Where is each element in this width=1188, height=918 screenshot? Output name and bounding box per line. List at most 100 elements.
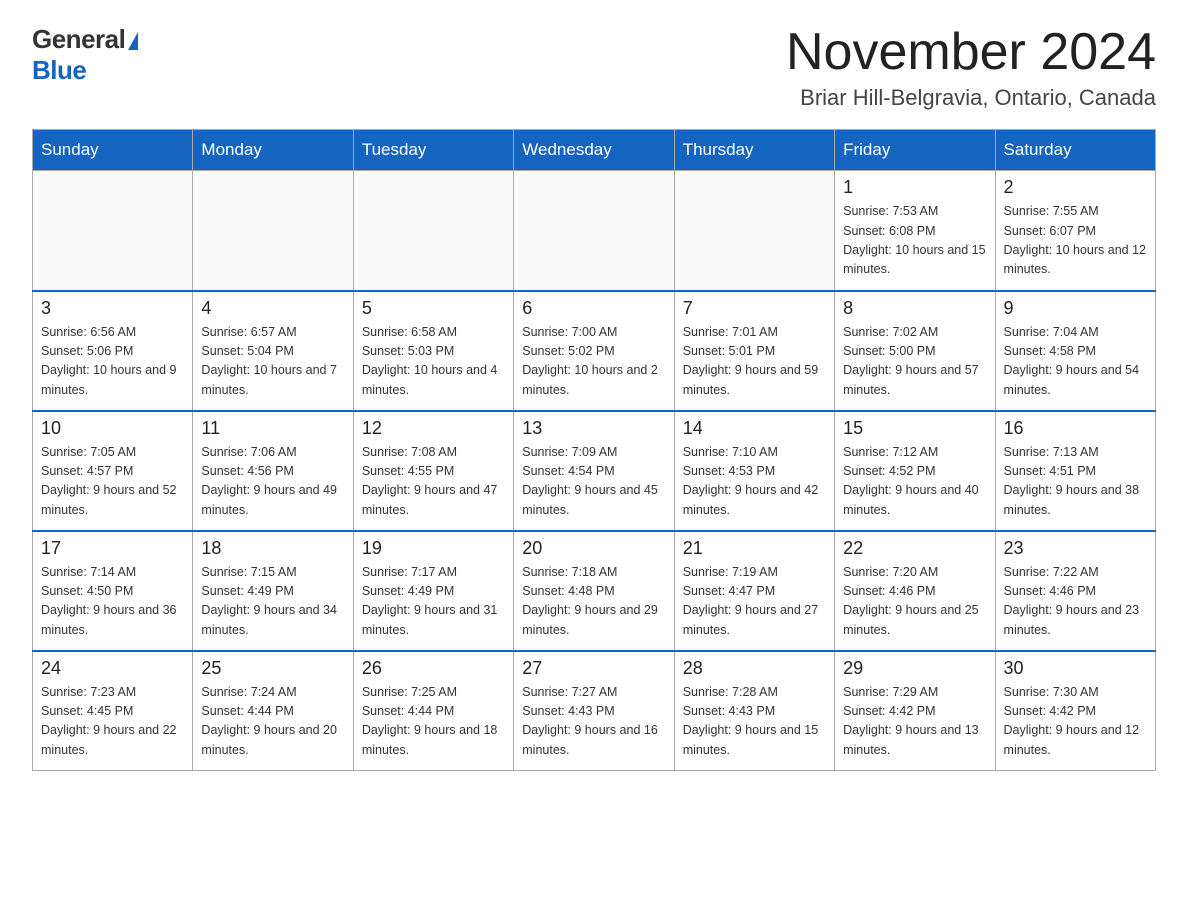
calendar-day-cell: 25 Sunrise: 7:24 AMSunset: 4:44 PMDayligh…	[193, 651, 353, 771]
logo-general-text: General	[32, 24, 125, 55]
day-number: 11	[201, 418, 344, 439]
day-number: 14	[683, 418, 826, 439]
location-title: Briar Hill-Belgravia, Ontario, Canada	[786, 85, 1156, 111]
day-info: Sunrise: 7:24 AMSunset: 4:44 PMDaylight:…	[201, 683, 344, 761]
day-number: 8	[843, 298, 986, 319]
day-number: 26	[362, 658, 505, 679]
title-block: November 2024 Briar Hill-Belgravia, Onta…	[786, 24, 1156, 111]
day-info: Sunrise: 7:55 AMSunset: 6:07 PMDaylight:…	[1004, 202, 1147, 280]
weekday-header-sunday: Sunday	[33, 130, 193, 171]
calendar-table: SundayMondayTuesdayWednesdayThursdayFrid…	[32, 129, 1156, 771]
calendar-day-cell: 20 Sunrise: 7:18 AMSunset: 4:48 PMDayligh…	[514, 531, 674, 651]
day-info: Sunrise: 7:22 AMSunset: 4:46 PMDaylight:…	[1004, 563, 1147, 641]
day-number: 2	[1004, 177, 1147, 198]
day-info: Sunrise: 7:27 AMSunset: 4:43 PMDaylight:…	[522, 683, 665, 761]
calendar-day-cell: 9Sunrise: 7:04 AMSunset: 4:58 PMDaylight…	[995, 291, 1155, 411]
day-number: 28	[683, 658, 826, 679]
logo: General Blue	[32, 24, 138, 86]
day-info: Sunrise: 7:01 AMSunset: 5:01 PMDaylight:…	[683, 323, 826, 401]
calendar-day-cell: 16 Sunrise: 7:13 AMSunset: 4:51 PMDayligh…	[995, 411, 1155, 531]
day-number: 27	[522, 658, 665, 679]
calendar-day-cell: 6 Sunrise: 7:00 AMSunset: 5:02 PMDaylight…	[514, 291, 674, 411]
calendar-day-cell: 28 Sunrise: 7:28 AMSunset: 4:43 PMDayligh…	[674, 651, 834, 771]
day-info: Sunrise: 7:08 AMSunset: 4:55 PMDaylight:…	[362, 443, 505, 521]
day-number: 3	[41, 298, 184, 319]
calendar-week-row: 10 Sunrise: 7:05 AMSunset: 4:57 PMDayligh…	[33, 411, 1156, 531]
calendar-day-cell: 18 Sunrise: 7:15 AMSunset: 4:49 PMDayligh…	[193, 531, 353, 651]
day-number: 30	[1004, 658, 1147, 679]
weekday-header-thursday: Thursday	[674, 130, 834, 171]
calendar-day-cell: 10 Sunrise: 7:05 AMSunset: 4:57 PMDayligh…	[33, 411, 193, 531]
calendar-week-row: 1 Sunrise: 7:53 AMSunset: 6:08 PMDaylight…	[33, 171, 1156, 291]
day-number: 29	[843, 658, 986, 679]
calendar-day-cell: 2 Sunrise: 7:55 AMSunset: 6:07 PMDaylight…	[995, 171, 1155, 291]
day-info: Sunrise: 7:05 AMSunset: 4:57 PMDaylight:…	[41, 443, 184, 521]
day-number: 16	[1004, 418, 1147, 439]
day-info: Sunrise: 7:13 AMSunset: 4:51 PMDaylight:…	[1004, 443, 1147, 521]
page-header: General Blue November 2024 Briar Hill-Be…	[32, 24, 1156, 111]
day-number: 21	[683, 538, 826, 559]
calendar-day-cell: 11 Sunrise: 7:06 AMSunset: 4:56 PMDayligh…	[193, 411, 353, 531]
calendar-day-cell: 14 Sunrise: 7:10 AMSunset: 4:53 PMDayligh…	[674, 411, 834, 531]
logo-blue-text: Blue	[32, 55, 86, 86]
day-number: 4	[201, 298, 344, 319]
calendar-day-cell	[674, 171, 834, 291]
calendar-day-cell: 27 Sunrise: 7:27 AMSunset: 4:43 PMDayligh…	[514, 651, 674, 771]
day-number: 24	[41, 658, 184, 679]
calendar-day-cell: 1 Sunrise: 7:53 AMSunset: 6:08 PMDaylight…	[835, 171, 995, 291]
day-info: Sunrise: 7:09 AMSunset: 4:54 PMDaylight:…	[522, 443, 665, 521]
day-info: Sunrise: 7:00 AMSunset: 5:02 PMDaylight:…	[522, 323, 665, 401]
day-info: Sunrise: 7:17 AMSunset: 4:49 PMDaylight:…	[362, 563, 505, 641]
calendar-day-cell	[514, 171, 674, 291]
day-info: Sunrise: 6:58 AMSunset: 5:03 PMDaylight:…	[362, 323, 505, 401]
day-info: Sunrise: 7:53 AMSunset: 6:08 PMDaylight:…	[843, 202, 986, 280]
calendar-day-cell: 22 Sunrise: 7:20 AMSunset: 4:46 PMDayligh…	[835, 531, 995, 651]
calendar-day-cell: 3Sunrise: 6:56 AMSunset: 5:06 PMDaylight…	[33, 291, 193, 411]
day-info: Sunrise: 7:20 AMSunset: 4:46 PMDaylight:…	[843, 563, 986, 641]
calendar-day-cell: 8Sunrise: 7:02 AMSunset: 5:00 PMDaylight…	[835, 291, 995, 411]
weekday-header-saturday: Saturday	[995, 130, 1155, 171]
day-info: Sunrise: 7:29 AMSunset: 4:42 PMDaylight:…	[843, 683, 986, 761]
calendar-day-cell: 24 Sunrise: 7:23 AMSunset: 4:45 PMDayligh…	[33, 651, 193, 771]
calendar-day-cell: 17Sunrise: 7:14 AMSunset: 4:50 PMDayligh…	[33, 531, 193, 651]
calendar-day-cell: 23 Sunrise: 7:22 AMSunset: 4:46 PMDayligh…	[995, 531, 1155, 651]
calendar-day-cell	[193, 171, 353, 291]
calendar-day-cell: 15 Sunrise: 7:12 AMSunset: 4:52 PMDayligh…	[835, 411, 995, 531]
day-info: Sunrise: 7:25 AMSunset: 4:44 PMDaylight:…	[362, 683, 505, 761]
calendar-day-cell	[353, 171, 513, 291]
calendar-week-row: 24 Sunrise: 7:23 AMSunset: 4:45 PMDayligh…	[33, 651, 1156, 771]
day-info: Sunrise: 7:28 AMSunset: 4:43 PMDaylight:…	[683, 683, 826, 761]
calendar-day-cell: 21 Sunrise: 7:19 AMSunset: 4:47 PMDayligh…	[674, 531, 834, 651]
day-number: 25	[201, 658, 344, 679]
day-info: Sunrise: 7:19 AMSunset: 4:47 PMDaylight:…	[683, 563, 826, 641]
weekday-header-monday: Monday	[193, 130, 353, 171]
day-info: Sunrise: 7:04 AMSunset: 4:58 PMDaylight:…	[1004, 323, 1147, 401]
calendar-day-cell: 7 Sunrise: 7:01 AMSunset: 5:01 PMDaylight…	[674, 291, 834, 411]
weekday-header-row: SundayMondayTuesdayWednesdayThursdayFrid…	[33, 130, 1156, 171]
weekday-header-friday: Friday	[835, 130, 995, 171]
day-info: Sunrise: 7:06 AMSunset: 4:56 PMDaylight:…	[201, 443, 344, 521]
day-info: Sunrise: 7:18 AMSunset: 4:48 PMDaylight:…	[522, 563, 665, 641]
day-info: Sunrise: 7:12 AMSunset: 4:52 PMDaylight:…	[843, 443, 986, 521]
day-number: 5	[362, 298, 505, 319]
day-number: 18	[201, 538, 344, 559]
day-number: 10	[41, 418, 184, 439]
calendar-day-cell: 13Sunrise: 7:09 AMSunset: 4:54 PMDayligh…	[514, 411, 674, 531]
calendar-week-row: 3Sunrise: 6:56 AMSunset: 5:06 PMDaylight…	[33, 291, 1156, 411]
calendar-day-cell: 30Sunrise: 7:30 AMSunset: 4:42 PMDayligh…	[995, 651, 1155, 771]
day-number: 22	[843, 538, 986, 559]
day-number: 20	[522, 538, 665, 559]
calendar-day-cell: 19 Sunrise: 7:17 AMSunset: 4:49 PMDayligh…	[353, 531, 513, 651]
day-number: 23	[1004, 538, 1147, 559]
day-info: Sunrise: 7:23 AMSunset: 4:45 PMDaylight:…	[41, 683, 184, 761]
day-number: 6	[522, 298, 665, 319]
day-info: Sunrise: 7:14 AMSunset: 4:50 PMDaylight:…	[41, 563, 184, 641]
day-number: 15	[843, 418, 986, 439]
calendar-day-cell: 12Sunrise: 7:08 AMSunset: 4:55 PMDayligh…	[353, 411, 513, 531]
calendar-day-cell: 26 Sunrise: 7:25 AMSunset: 4:44 PMDayligh…	[353, 651, 513, 771]
day-number: 19	[362, 538, 505, 559]
day-info: Sunrise: 7:10 AMSunset: 4:53 PMDaylight:…	[683, 443, 826, 521]
day-info: Sunrise: 7:15 AMSunset: 4:49 PMDaylight:…	[201, 563, 344, 641]
day-number: 7	[683, 298, 826, 319]
day-number: 1	[843, 177, 986, 198]
